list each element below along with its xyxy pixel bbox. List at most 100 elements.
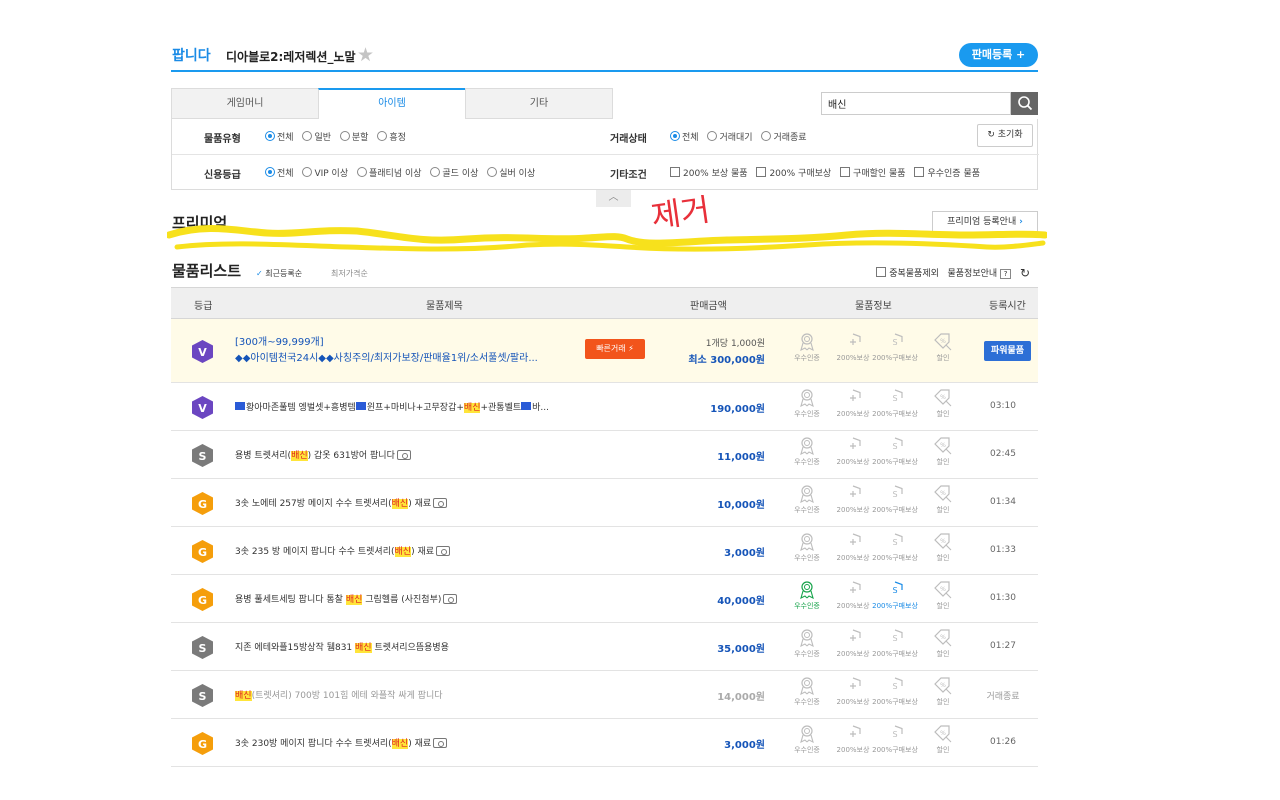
seller-grade-icon: G: [190, 587, 215, 612]
mini-tag-icon: [235, 402, 245, 410]
svg-text:G: G: [198, 738, 207, 751]
refresh-icon[interactable]: ↻: [1020, 266, 1030, 280]
favorite-star-icon[interactable]: ★: [357, 46, 374, 65]
table-row[interactable]: G 용병 풀세트세팅 팝니다 통찰 배신 그림헬름 (사진첨부) 40,000원 01…: [171, 575, 1038, 623]
credit-option[interactable]: 플래티넘 이상: [356, 166, 422, 179]
svg-text:%: %: [940, 442, 946, 449]
item-info-badges: 우수인증 200%보상 S 200%구매보상% 할인: [783, 533, 963, 567]
registered-time: 01:33: [990, 545, 1016, 555]
item-title-link[interactable]: 3솟 235 방 메이지 팝니다 수수 트렛셔리(배신) 재료: [235, 544, 451, 557]
trade-status-option[interactable]: 전체: [670, 130, 699, 143]
sale-price: 190,000원: [710, 404, 765, 415]
sell-register-button[interactable]: 판매등록 +: [959, 43, 1038, 67]
category-tabs: 게임머니 아이템 기타: [171, 88, 614, 119]
svg-text:S: S: [892, 538, 897, 547]
etc-condition-option[interactable]: 200% 구매보상: [756, 166, 831, 179]
search-button[interactable]: [1011, 92, 1038, 115]
discount-icon: % 할인: [919, 437, 967, 467]
discount-icon: % 할인: [919, 533, 967, 563]
tab-item[interactable]: 아이템: [318, 88, 466, 119]
item-info-badges: 우수인증 200%보상 S 200%구매보상% 할인: [783, 389, 963, 423]
svg-text:%: %: [940, 394, 946, 401]
item-title-link[interactable]: 3솟 노에테 257방 메이지 수수 트렛셔리(배신) 재료: [235, 496, 448, 509]
compensation-200-icon: 200%보상: [829, 333, 877, 363]
etc-condition-option[interactable]: 200% 보상 물품: [670, 166, 748, 179]
credit-option[interactable]: 전체: [265, 166, 294, 179]
item-title-link[interactable]: 지존 에테와플15방상작 뒘831 배신 트렛셔리으뜸용병용: [235, 640, 449, 653]
table-row[interactable]: G 3솟 노에테 257방 메이지 수수 트렛셔리(배신) 재료 10,000원 01…: [171, 479, 1038, 527]
fast-trade-badge[interactable]: 빠른거래 ⚡: [585, 339, 645, 359]
unit-price: 1개당 1,000원: [705, 339, 765, 349]
trade-status-option[interactable]: 거래종료: [761, 130, 807, 143]
purchase-compensation-200-icon: S 200%구매보상: [871, 485, 919, 515]
item-title-link[interactable]: [300개~99,999개] ◆◆아이템천국24시◆◆사칭주의/최저가보장/판매율…: [235, 335, 538, 367]
table-row[interactable]: G 3솟 235 방 메이지 팝니다 수수 트렛셔리(배신) 재료 3,000원 01…: [171, 527, 1038, 575]
excellent-cert-icon: 우수인증: [783, 333, 831, 363]
seller-grade-icon: G: [190, 731, 215, 756]
tab-etc[interactable]: 기타: [465, 88, 613, 119]
svg-text:V: V: [198, 402, 207, 415]
svg-text:S: S: [892, 682, 897, 691]
etc-condition-option[interactable]: 구매할인 물품: [840, 166, 906, 179]
trade-status-option[interactable]: 거래대기: [707, 130, 753, 143]
item-type-option[interactable]: 일반: [302, 130, 331, 143]
table-row[interactable]: G 3솟 230방 메이지 팝니다 수수 트렛셔리(배신) 재료 3,000원 01:…: [171, 719, 1038, 767]
svg-text:S: S: [199, 642, 207, 655]
item-type-label: 물품유형: [204, 134, 241, 145]
registered-time: 01:26: [990, 737, 1016, 747]
svg-text:%: %: [940, 490, 946, 497]
tab-game-money[interactable]: 게임머니: [171, 88, 319, 119]
item-title-link[interactable]: 황아마존풀템 엥벌셋+흥병템 윈프+마비나+고무장갑+배신+관통벨트 바...: [235, 400, 549, 413]
sale-price: 3,000원: [724, 740, 765, 751]
svg-text:%: %: [940, 682, 946, 689]
registered-time: 01:34: [990, 497, 1016, 507]
purchase-compensation-200-icon: S 200%구매보상: [871, 629, 919, 659]
item-info-badges: 우수인증 200%보상 S 200%구매보상% 할인: [783, 581, 963, 615]
registered-time: 02:45: [990, 449, 1016, 459]
table-header: 등급 물품제목 판매금액 물품정보 등록시간: [171, 287, 1038, 319]
table-row[interactable]: V 황아마존풀템 엥벌셋+흥병템 윈프+마비나+고무장갑+배신+관통벨트 바... 19…: [171, 383, 1038, 431]
item-title-link[interactable]: 용병 풀세트세팅 팝니다 통찰 배신 그림헬름 (사진첨부): [235, 592, 458, 605]
power-item-badge[interactable]: 파워물품: [984, 341, 1031, 361]
item-type-option[interactable]: 분할: [339, 130, 368, 143]
sale-price: 14,000원: [717, 692, 765, 703]
item-info-badges: 우수인증 200%보상 S 200%구매보상% 할인: [783, 437, 963, 471]
discount-icon: % 할인: [919, 677, 967, 707]
mini-tag-icon: [355, 402, 366, 410]
svg-text:S: S: [892, 730, 897, 739]
credit-option[interactable]: VIP 이상: [302, 166, 348, 179]
item-info-guide-link[interactable]: 물품정보안내 ?: [948, 269, 1012, 279]
svg-text:%: %: [940, 338, 946, 345]
filter-row-2: 신용등급 전체 VIP 이상 플래티넘 이상 골드 이상 실버 이상 기타조건 …: [172, 154, 1039, 189]
sale-price: 35,000원: [717, 644, 765, 655]
purchase-compensation-200-icon: S 200%구매보상: [871, 333, 919, 363]
etc-condition-option[interactable]: 우수인증 물품: [914, 166, 980, 179]
excellent-cert-icon: 우수인증: [783, 725, 831, 755]
item-info-badges: 우수인증 200%보상 S 200%구매보상% 할인: [783, 629, 963, 663]
scribble-annotation-text: 제거: [649, 195, 713, 236]
table-row[interactable]: S 지존 에테와플15방상작 뒘831 배신 트렛셔리으뜸용병용 35,000원 01…: [171, 623, 1038, 671]
item-type-option[interactable]: 흥정: [377, 130, 406, 143]
purchase-compensation-200-icon: S 200%구매보상: [871, 437, 919, 467]
table-row[interactable]: V [300개~99,999개] ◆◆아이템천국24시◆◆사칭주의/최저가보장/판매…: [171, 319, 1038, 383]
page-title: 팝니다: [172, 48, 211, 64]
table-row[interactable]: S 용병 트렛셔리(배신) 갑옷 631방어 팝니다 11,000원 02:45 우수인…: [171, 431, 1038, 479]
table-row[interactable]: S 배신(트렛셔리) 700방 101힘 에테 와플작 싸게 팝니다 14,000원…: [171, 671, 1038, 719]
item-type-option[interactable]: 전체: [265, 130, 294, 143]
list-tools: 중복물품제외 물품정보안내 ? ↻: [876, 266, 1030, 280]
premium-guide-button[interactable]: 프리미엄 등록안내 ›: [932, 211, 1038, 234]
sort-recent-button[interactable]: ✓ 최근등록순: [256, 268, 302, 279]
item-title-link[interactable]: 배신(트렛셔리) 700방 101힘 에테 와플작 싸게 팝니다: [235, 688, 443, 701]
credit-option[interactable]: 골드 이상: [430, 166, 478, 179]
search-icon: [1017, 96, 1032, 111]
credit-option[interactable]: 실버 이상: [487, 166, 535, 179]
filter-collapse-button[interactable]: ︿: [596, 190, 631, 207]
svg-text:G: G: [198, 498, 207, 511]
svg-text:S: S: [892, 394, 897, 403]
reset-button[interactable]: ↻ 초기화: [977, 124, 1033, 147]
item-title-link[interactable]: 용병 트렛셔리(배신) 갑옷 631방어 팝니다: [235, 448, 411, 461]
item-title-link[interactable]: 3솟 230방 메이지 팝니다 수수 트렛셔리(배신) 재료: [235, 736, 448, 749]
sort-lowest-price-button[interactable]: 최저가격순: [331, 268, 368, 279]
exclude-duplicates-toggle[interactable]: 중복물품제외: [876, 267, 939, 279]
search-input[interactable]: [821, 92, 1011, 115]
